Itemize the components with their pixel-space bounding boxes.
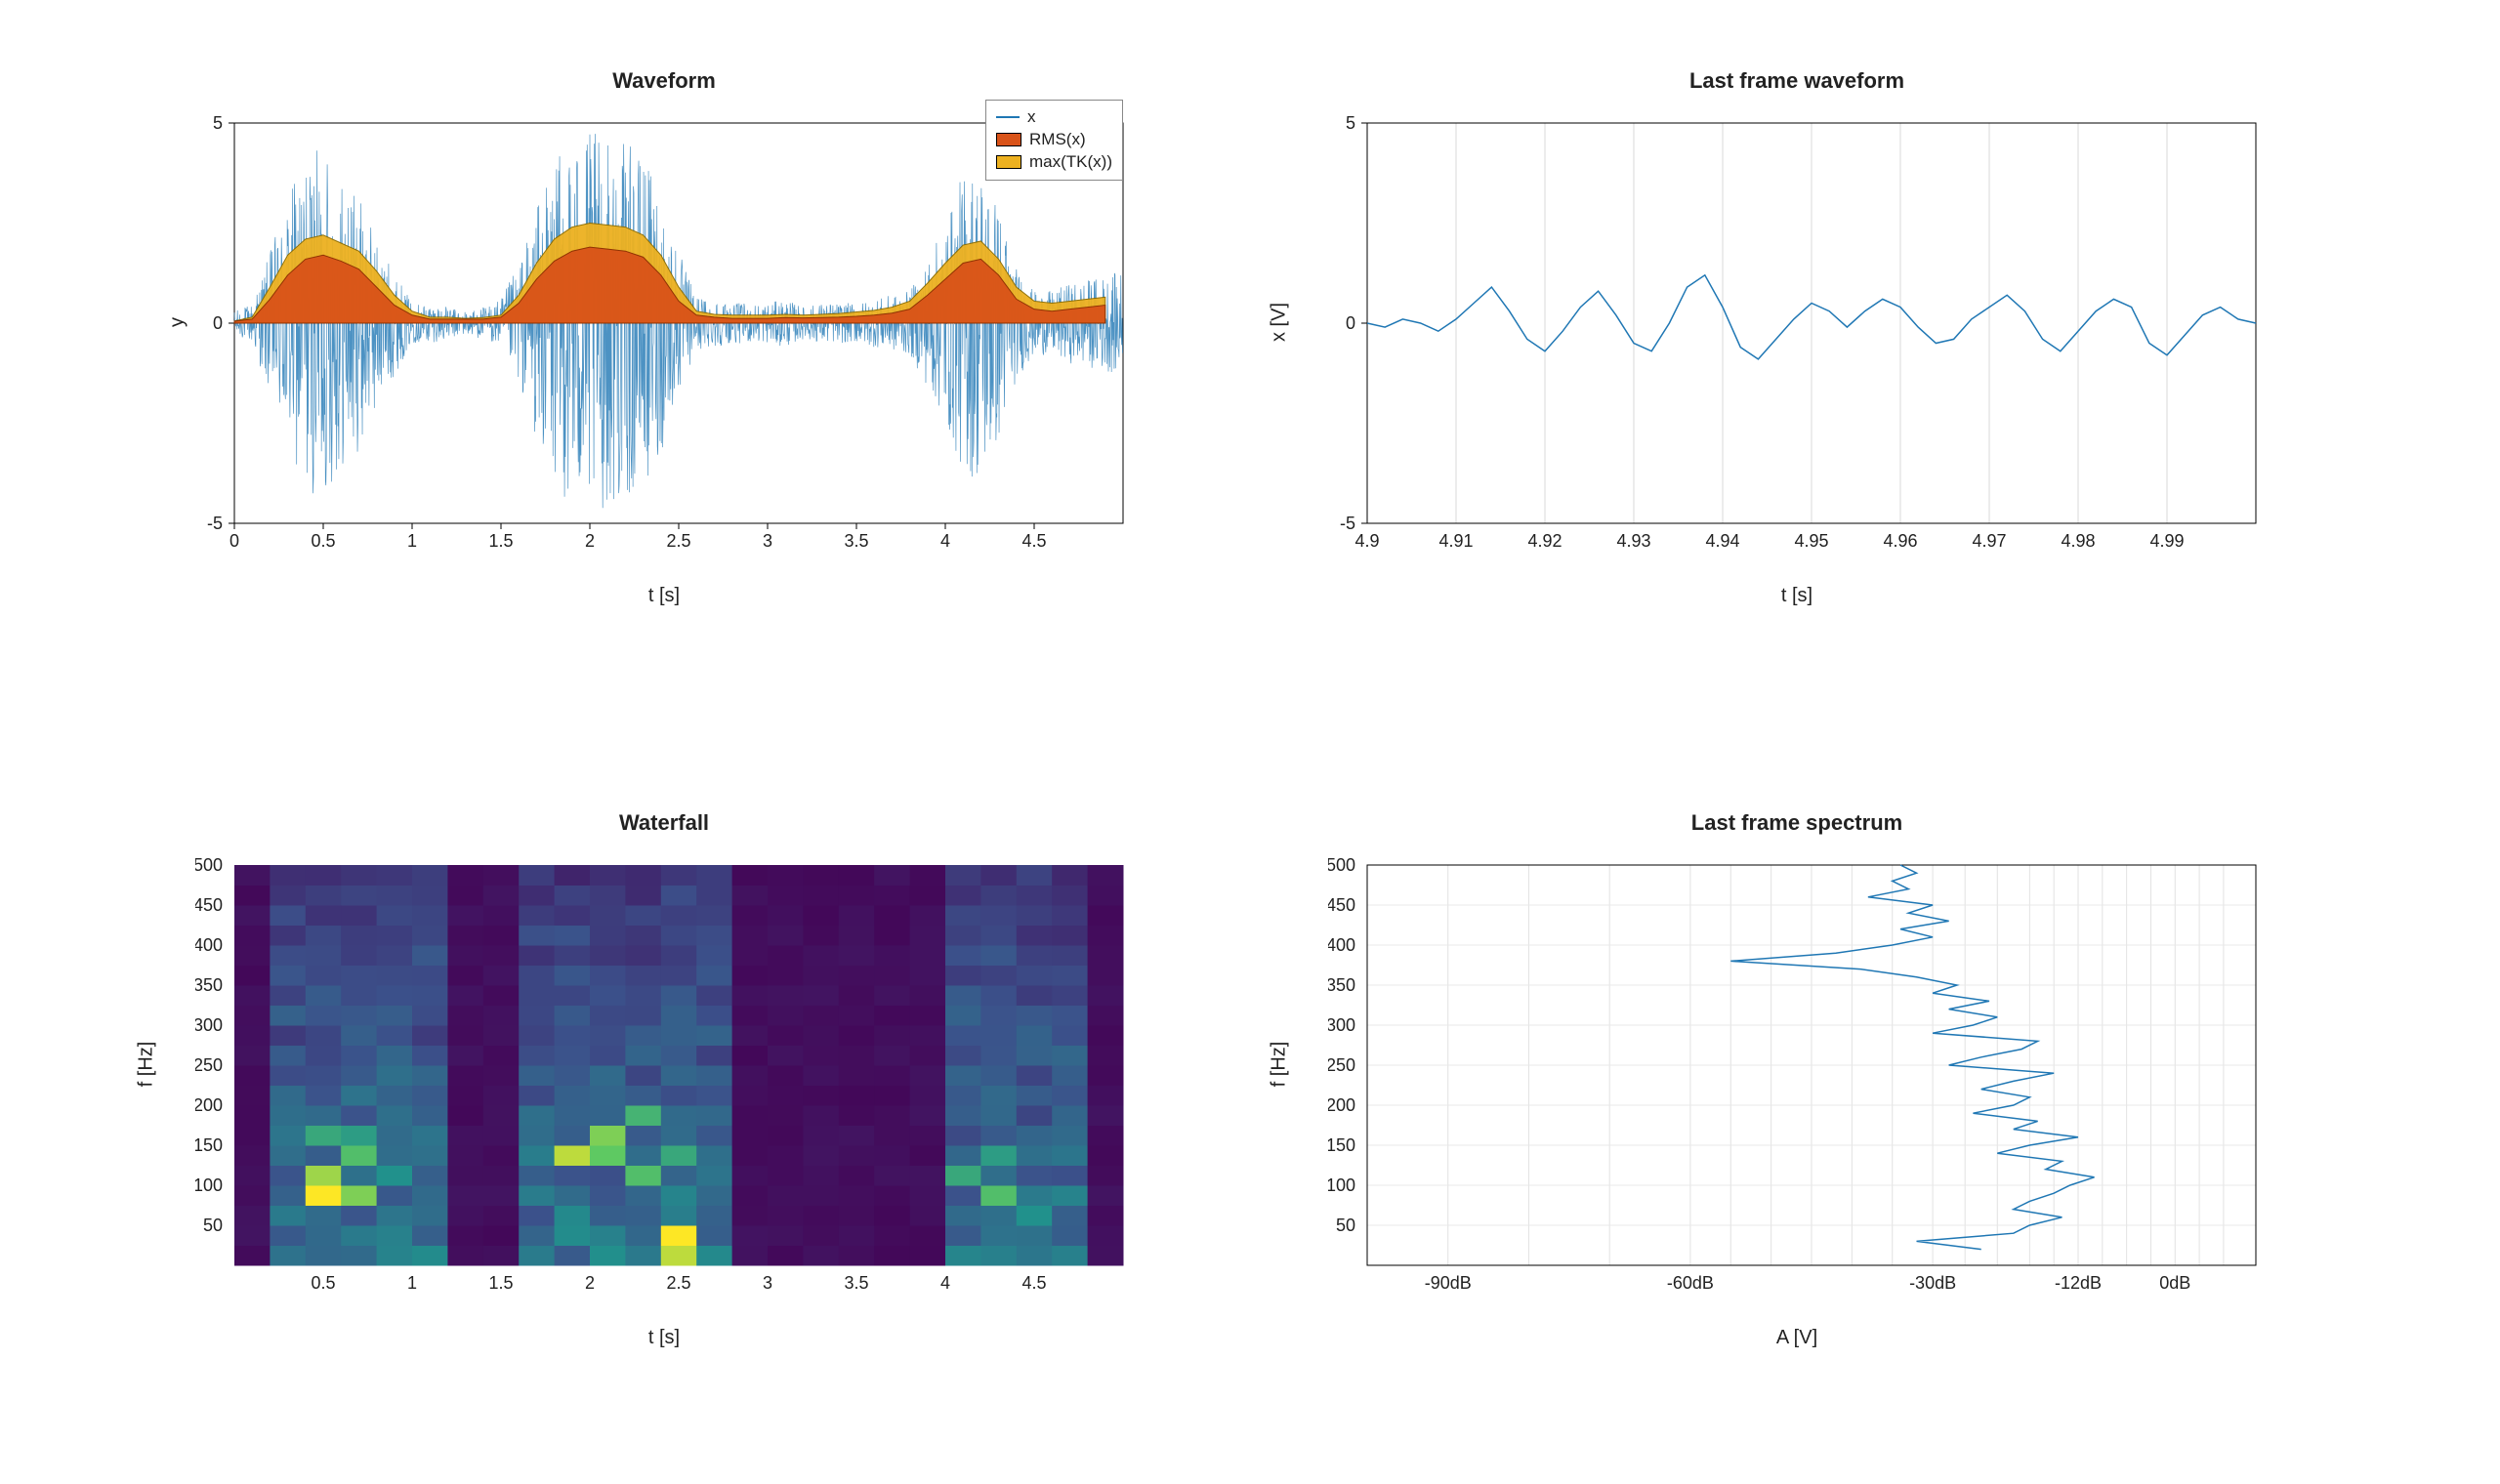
svg-text:4.98: 4.98 [2061,531,2095,551]
spectrum-xlabel: A [V] [1776,1327,1817,1349]
svg-text:0.5: 0.5 [311,1273,335,1293]
lastframe-wave-title: Last frame waveform [1328,68,2266,94]
svg-text:0: 0 [1346,313,1355,333]
svg-text:200: 200 [195,1095,223,1115]
svg-text:150: 150 [195,1135,223,1155]
svg-text:-30dB: -30dB [1909,1273,1956,1293]
svg-text:2.5: 2.5 [666,1273,690,1293]
lastframe-wave-ylabel: x [V] [1269,303,1291,342]
svg-text:-5: -5 [1340,514,1355,533]
lastframe-wave-xlabel: t [s] [1781,585,1812,607]
svg-text:200: 200 [1328,1095,1355,1115]
svg-text:450: 450 [195,895,223,915]
svg-text:100: 100 [195,1175,223,1195]
svg-text:500: 500 [195,855,223,875]
waveform-xlabel: t [s] [648,585,680,607]
svg-text:-60dB: -60dB [1667,1273,1714,1293]
svg-text:250: 250 [195,1055,223,1075]
lastframe-wave-plot: 4.9 4.91 4.92 4.93 4.94 4.95 4.96 4.97 4.98 4.99 -… [1328,94,2266,562]
svg-text:0: 0 [229,531,239,551]
svg-text:5: 5 [1346,113,1355,133]
svg-text:1.5: 1.5 [488,1273,513,1293]
svg-text:4: 4 [940,1273,950,1293]
svg-text:150: 150 [1328,1135,1355,1155]
svg-text:500: 500 [1328,855,1355,875]
svg-text:300: 300 [1328,1015,1355,1035]
svg-text:4.92: 4.92 [1527,531,1562,551]
lastframe-wave-panel: Last frame waveform x [V] 4.94.914.924.9… [1328,68,2266,576]
legend-item-x: x [996,106,1112,129]
svg-text:4.94: 4.94 [1705,531,1739,551]
svg-text:2.5: 2.5 [666,531,690,551]
svg-text:4.91: 4.91 [1438,531,1473,551]
svg-text:400: 400 [195,935,223,955]
svg-text:-90dB: -90dB [1425,1273,1472,1293]
svg-text:350: 350 [1328,975,1355,995]
svg-text:3.5: 3.5 [844,531,868,551]
svg-text:3: 3 [763,531,772,551]
svg-text:350: 350 [195,975,223,995]
svg-text:4.99: 4.99 [2149,531,2184,551]
svg-text:4.97: 4.97 [1972,531,2006,551]
waveform-ylabel: y [167,317,189,327]
svg-text:0: 0 [213,313,223,333]
waterfall-plot: 0.5 1 1.5 2 2.5 3 3.5 4 4.5 50 100 150 200 250 300 350 4… [195,836,1133,1304]
svg-text:1: 1 [407,531,417,551]
spectrum-title: Last frame spectrum [1328,810,2266,836]
waveform-panel: Waveform y 00.511.522.533.544.5-505 t [s… [195,68,1133,576]
waterfall-panel: Waterfall f [Hz] 0.511.522.533.544.55010… [195,810,1133,1318]
waveform-title: Waveform [195,68,1133,94]
svg-text:3: 3 [763,1273,772,1293]
svg-text:1.5: 1.5 [488,531,513,551]
svg-text:0dB: 0dB [2159,1273,2190,1293]
spectrum-panel: Last frame spectrum f [Hz] -90dB-60dB-30… [1328,810,2266,1318]
svg-text:4.5: 4.5 [1021,531,1046,551]
waterfall-ylabel: f [Hz] [136,1042,158,1088]
svg-text:50: 50 [203,1216,223,1235]
svg-text:50: 50 [1336,1216,1355,1235]
svg-text:400: 400 [1328,935,1355,955]
svg-text:4.95: 4.95 [1794,531,1828,551]
spectrum-plot: -90dB -60dB -30dB -12dB 0dB 50 100 150 200 250 300… [1328,836,2266,1304]
svg-text:3.5: 3.5 [844,1273,868,1293]
svg-text:0.5: 0.5 [311,531,335,551]
svg-text:4.5: 4.5 [1021,1273,1046,1293]
svg-text:2: 2 [585,1273,595,1293]
svg-text:1: 1 [407,1273,417,1293]
svg-text:4.96: 4.96 [1883,531,1917,551]
svg-text:100: 100 [1328,1175,1355,1195]
svg-text:300: 300 [195,1015,223,1035]
svg-text:4.93: 4.93 [1616,531,1650,551]
waterfall-xlabel: t [s] [648,1327,680,1349]
svg-text:4.9: 4.9 [1354,531,1379,551]
svg-text:250: 250 [1328,1055,1355,1075]
svg-text:4: 4 [940,531,950,551]
waterfall-title: Waterfall [195,810,1133,836]
legend-item-rms: RMS(x) [996,129,1112,151]
svg-text:5: 5 [213,113,223,133]
legend-item-tk: max(TK(x)) [996,151,1112,174]
svg-text:450: 450 [1328,895,1355,915]
svg-text:-12dB: -12dB [2055,1273,2102,1293]
spectrum-ylabel: f [Hz] [1269,1042,1291,1088]
svg-text:-5: -5 [207,514,223,533]
waveform-legend: x RMS(x) max(TK(x)) [985,100,1123,181]
svg-text:2: 2 [585,531,595,551]
